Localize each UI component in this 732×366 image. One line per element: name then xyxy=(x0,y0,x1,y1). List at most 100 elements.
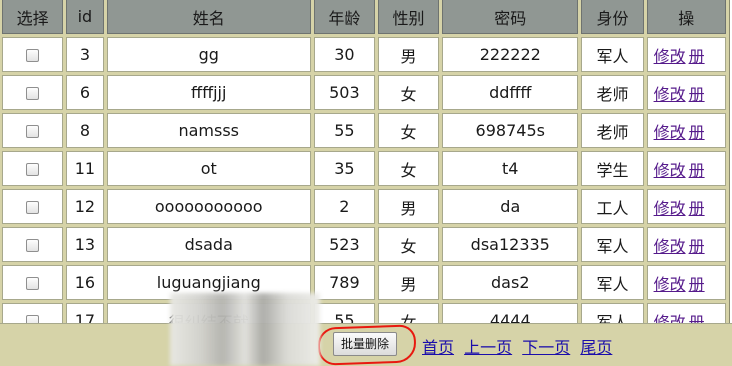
id-cell: 13 xyxy=(66,227,104,262)
gender-cell: 男 xyxy=(377,265,440,300)
delete-link[interactable]: 册 xyxy=(689,237,705,256)
header-name: 姓名 xyxy=(106,0,311,34)
gender-cell: 女 xyxy=(377,227,440,262)
select-cell xyxy=(2,227,64,262)
edit-link[interactable]: 修改 xyxy=(654,275,686,294)
prev-page-link[interactable]: 上一页 xyxy=(464,338,512,357)
id-cell: 8 xyxy=(66,113,104,148)
row-checkbox[interactable] xyxy=(26,49,40,62)
edit-link[interactable]: 修改 xyxy=(654,47,686,66)
batch-delete-button[interactable]: 批量删除 xyxy=(333,332,398,356)
delete-link[interactable]: 册 xyxy=(689,161,705,180)
first-page-link[interactable]: 首页 xyxy=(422,338,454,357)
header-select: 选择 xyxy=(2,0,64,34)
header-gender: 性别 xyxy=(377,0,440,34)
name-cell: ot xyxy=(106,151,311,186)
delete-link[interactable]: 册 xyxy=(689,47,705,66)
select-cell xyxy=(2,113,64,148)
role-cell: 军人 xyxy=(581,37,644,72)
password-cell: 222222 xyxy=(442,37,579,72)
select-cell xyxy=(2,265,64,300)
pagination: 首页 上一页 下一页 尾页 xyxy=(422,334,617,358)
table-row: 11 ot 35 女 t4 学生 修改册 xyxy=(2,151,726,186)
edit-link[interactable]: 修改 xyxy=(654,85,686,104)
operations-cell: 修改册 xyxy=(646,37,726,72)
table-row: 3 gg 30 男 222222 军人 修改册 xyxy=(2,37,726,72)
name-cell: ooooooooooo xyxy=(106,189,311,224)
age-cell: 523 xyxy=(313,227,375,262)
name-cell: gg xyxy=(106,37,311,72)
age-cell: 55 xyxy=(313,113,375,148)
row-checkbox[interactable] xyxy=(26,125,40,138)
role-cell: 军人 xyxy=(581,265,644,300)
gender-cell: 男 xyxy=(377,189,440,224)
password-cell: 698745s xyxy=(442,113,579,148)
age-cell: 2 xyxy=(313,189,375,224)
user-table: 选择 id 姓名 年龄 性别 密码 身份 操 3 gg 30 男 222222 … xyxy=(0,0,730,342)
delete-link[interactable]: 册 xyxy=(689,199,705,218)
id-cell: 11 xyxy=(66,151,104,186)
role-cell: 军人 xyxy=(581,227,644,262)
next-page-link[interactable]: 下一页 xyxy=(522,338,570,357)
select-cell xyxy=(2,189,64,224)
header-id: id xyxy=(66,0,104,34)
role-cell: 老师 xyxy=(581,75,644,110)
row-checkbox[interactable] xyxy=(26,201,40,214)
role-cell: 学生 xyxy=(581,151,644,186)
name-cell: dsada xyxy=(106,227,311,262)
operations-cell: 修改册 xyxy=(646,227,726,262)
delete-link[interactable]: 册 xyxy=(689,85,705,104)
row-checkbox[interactable] xyxy=(26,239,40,252)
age-cell: 30 xyxy=(313,37,375,72)
delete-link[interactable]: 册 xyxy=(689,275,705,294)
id-cell: 3 xyxy=(66,37,104,72)
table-row: 13 dsada 523 女 dsa12335 军人 修改册 xyxy=(2,227,726,262)
edit-link[interactable]: 修改 xyxy=(654,161,686,180)
role-cell: 工人 xyxy=(581,189,644,224)
row-checkbox[interactable] xyxy=(26,277,40,290)
edit-link[interactable]: 修改 xyxy=(654,199,686,218)
gender-cell: 女 xyxy=(377,151,440,186)
table-row: 8 namsss 55 女 698745s 老师 修改册 xyxy=(2,113,726,148)
gender-cell: 男 xyxy=(377,37,440,72)
password-cell: dsa12335 xyxy=(442,227,579,262)
table-footer: 批量删除 首页 上一页 下一页 尾页 xyxy=(0,323,732,366)
select-cell xyxy=(2,37,64,72)
user-table-page: 选择 id 姓名 年龄 性别 密码 身份 操 3 gg 30 男 222222 … xyxy=(0,0,732,366)
row-checkbox[interactable] xyxy=(26,87,40,100)
delete-link[interactable]: 册 xyxy=(689,123,705,142)
password-cell: ddffff xyxy=(442,75,579,110)
last-page-link[interactable]: 尾页 xyxy=(580,338,612,357)
gender-cell: 女 xyxy=(377,113,440,148)
age-cell: 35 xyxy=(313,151,375,186)
age-cell: 503 xyxy=(313,75,375,110)
header-role: 身份 xyxy=(581,0,644,34)
name-cell: namsss xyxy=(106,113,311,148)
id-cell: 16 xyxy=(66,265,104,300)
redaction-blur xyxy=(170,293,320,366)
header-operations: 操 xyxy=(646,0,726,34)
password-cell: da xyxy=(442,189,579,224)
select-cell xyxy=(2,151,64,186)
age-cell: 789 xyxy=(313,265,375,300)
password-cell: das2 xyxy=(442,265,579,300)
table-row: 16 luguangjiang 789 男 das2 军人 修改册 xyxy=(2,265,726,300)
gender-cell: 女 xyxy=(377,75,440,110)
operations-cell: 修改册 xyxy=(646,265,726,300)
table-row: 6 ffffjjj 503 女 ddffff 老师 修改册 xyxy=(2,75,726,110)
header-age: 年龄 xyxy=(313,0,375,34)
table-header-row: 选择 id 姓名 年龄 性别 密码 身份 操 xyxy=(2,0,726,34)
name-cell: ffffjjj xyxy=(106,75,311,110)
table-row: 12 ooooooooooo 2 男 da 工人 修改册 xyxy=(2,189,726,224)
id-cell: 12 xyxy=(66,189,104,224)
operations-cell: 修改册 xyxy=(646,189,726,224)
row-checkbox[interactable] xyxy=(26,163,40,176)
operations-cell: 修改册 xyxy=(646,151,726,186)
edit-link[interactable]: 修改 xyxy=(654,237,686,256)
header-password: 密码 xyxy=(442,0,579,34)
operations-cell: 修改册 xyxy=(646,75,726,110)
role-cell: 老师 xyxy=(581,113,644,148)
id-cell: 6 xyxy=(66,75,104,110)
edit-link[interactable]: 修改 xyxy=(654,123,686,142)
password-cell: t4 xyxy=(442,151,579,186)
